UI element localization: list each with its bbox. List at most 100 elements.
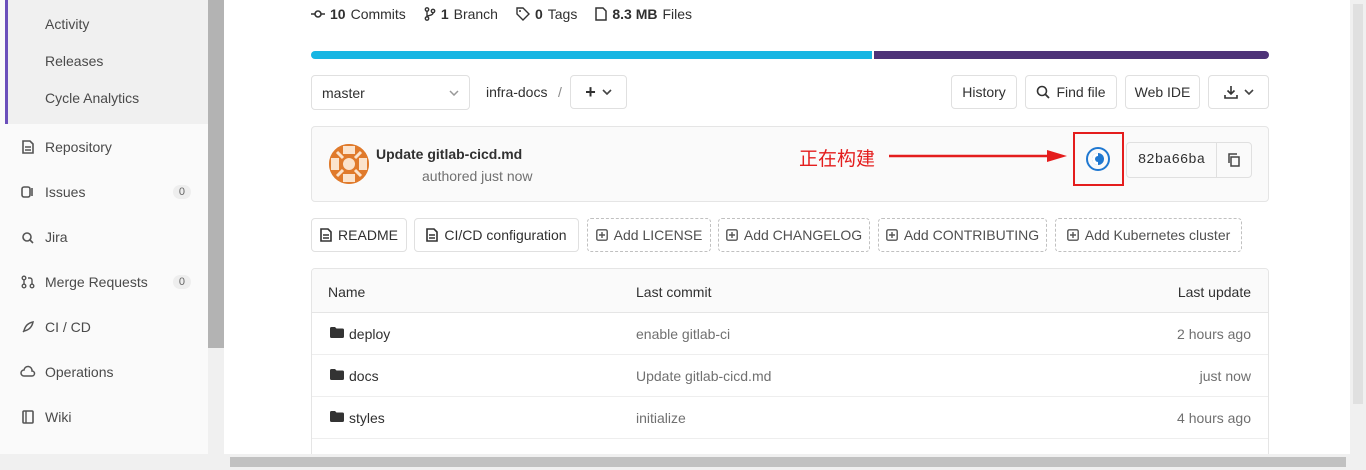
sidebar-item-label: Jira <box>45 229 68 245</box>
language-segment-1 <box>311 51 872 59</box>
plus-square-icon <box>1066 229 1079 241</box>
file-name-link[interactable]: styles <box>349 410 385 426</box>
commit-message-link[interactable]: Update gitlab-cicd.md <box>636 368 771 384</box>
plus-square-icon <box>595 229 608 241</box>
add-kubernetes-cluster-button[interactable]: Add Kubernetes cluster <box>1055 218 1242 252</box>
document-icon <box>20 139 36 155</box>
sidebar-scrollbar-thumb[interactable] <box>208 0 224 348</box>
subnav-item-cycle-analytics[interactable]: Cycle Analytics <box>45 90 139 106</box>
sidebar-item-label: Merge Requests <box>45 274 148 290</box>
sidebar-item-label: Issues <box>45 184 86 200</box>
commit-meta: authored just now <box>422 168 533 184</box>
subnav-item-releases[interactable]: Releases <box>45 53 103 69</box>
cloud-gear-icon <box>20 364 36 380</box>
readme-label: README <box>338 227 398 243</box>
chevron-down-icon <box>1243 89 1254 95</box>
chevron-down-icon <box>602 89 612 95</box>
table-row[interactable]: docs Update gitlab-cicd.md just now <box>312 355 1268 397</box>
commits-stat[interactable]: 10 Commits <box>311 6 406 22</box>
annotation-label: 正在构建 <box>799 149 876 170</box>
file-name-link[interactable]: docs <box>349 368 379 384</box>
tags-stat[interactable]: 0 Tags <box>516 6 577 22</box>
find-file-label: Find file <box>1056 84 1106 100</box>
sidebar-item-label: Operations <box>45 364 114 380</box>
subnav-item-activity[interactable]: Activity <box>45 16 89 32</box>
last-update-time: 2 hours ago <box>1177 326 1251 342</box>
cicd-configuration-button[interactable]: CI/CD configuration <box>414 218 579 252</box>
add-file-dropdown[interactable]: + <box>570 75 627 109</box>
merge-requests-count-badge: 0 <box>172 275 191 289</box>
add-kubernetes-cluster-label: Add Kubernetes cluster <box>1084 227 1231 243</box>
page-horizontal-scrollbar[interactable] <box>224 454 1350 470</box>
folder-icon <box>330 327 344 338</box>
file-tree-table: Name Last commit Last update deploy enab… <box>311 268 1269 468</box>
table-row[interactable]: styles initialize 4 hours ago <box>312 397 1268 439</box>
tags-count: 0 <box>534 6 543 22</box>
web-ide-button[interactable]: Web IDE <box>1125 75 1200 109</box>
download-icon <box>1223 86 1238 99</box>
sidebar-item-merge-requests[interactable]: Merge Requests 0 <box>0 262 208 302</box>
commit-title-link[interactable]: Update gitlab-cicd.md <box>376 146 522 162</box>
column-header-last-commit: Last commit <box>636 284 712 300</box>
copy-icon <box>1228 153 1240 167</box>
download-dropdown[interactable] <box>1208 75 1269 109</box>
rocket-icon <box>20 319 36 335</box>
copy-sha-button[interactable] <box>1217 143 1251 177</box>
add-contributing-label: Add CONTRIBUTING <box>903 227 1040 243</box>
files-size-stat[interactable]: 8.3 MB Files <box>595 6 692 22</box>
sidebar-item-operations[interactable]: Operations <box>0 352 208 392</box>
commit-message-link[interactable]: enable gitlab-ci <box>636 326 730 342</box>
table-header: Name Last commit Last update <box>312 269 1268 313</box>
page-vertical-scrollbar[interactable] <box>1350 0 1366 470</box>
folder-icon <box>330 369 344 380</box>
document-icon <box>426 228 439 242</box>
branch-icon <box>424 7 436 21</box>
page-horizontal-scrollbar-thumb[interactable] <box>230 457 1346 467</box>
annotation-arrow <box>889 150 1067 162</box>
branch-count: 1 <box>440 6 449 22</box>
sidebar-item-label: Repository <box>45 139 112 155</box>
sidebar-item-repository[interactable]: Repository <box>0 127 208 167</box>
column-header-last-update: Last update <box>1177 284 1251 300</box>
sidebar-item-cicd[interactable]: CI / CD <box>0 307 208 347</box>
repository-language-bar <box>311 51 1269 59</box>
add-changelog-label: Add CHANGELOG <box>743 227 863 243</box>
branch-select[interactable]: master <box>311 75 470 110</box>
pipeline-running-icon[interactable] <box>1086 147 1110 171</box>
commit-message-link[interactable]: initialize <box>636 410 686 426</box>
page-vertical-scrollbar-thumb[interactable] <box>1353 4 1363 404</box>
tags-label: Tags <box>547 6 578 22</box>
merge-request-icon <box>20 274 36 290</box>
breadcrumb-separator: / <box>558 84 562 100</box>
last-update-time: just now <box>1199 368 1251 384</box>
commits-label: Commits <box>350 6 406 22</box>
add-license-button[interactable]: Add LICENSE <box>587 218 711 252</box>
history-button[interactable]: History <box>951 75 1017 109</box>
sidebar-item-wiki[interactable]: Wiki <box>0 397 208 437</box>
column-header-name: Name <box>328 284 366 300</box>
branch-stat[interactable]: 1 Branch <box>424 6 498 22</box>
jira-icon <box>20 229 36 245</box>
file-name-link[interactable]: deploy <box>349 326 390 342</box>
find-file-button[interactable]: Find file <box>1025 75 1117 109</box>
breadcrumb-project[interactable]: infra-docs <box>486 84 547 100</box>
add-changelog-button[interactable]: Add CHANGELOG <box>718 218 870 252</box>
sidebar-item-jira[interactable]: Jira <box>0 217 208 257</box>
files-size: 8.3 MB <box>612 6 658 22</box>
language-segment-2 <box>874 51 1269 59</box>
search-icon <box>1037 85 1051 99</box>
commit-icon <box>311 10 325 18</box>
chevron-down-icon <box>449 89 459 96</box>
folder-icon <box>330 411 344 422</box>
commit-sha[interactable]: 82ba66ba <box>1127 143 1217 177</box>
table-row[interactable]: deploy enable gitlab-ci 2 hours ago <box>312 313 1268 355</box>
issues-count-badge: 0 <box>172 185 191 199</box>
add-license-label: Add LICENSE <box>613 227 703 243</box>
readme-button[interactable]: README <box>311 218 407 252</box>
sidebar-horizontal-scrollbar[interactable] <box>0 454 224 470</box>
sidebar-item-issues[interactable]: Issues 0 <box>0 172 208 212</box>
sidebar-scrollbar-track[interactable] <box>208 348 224 470</box>
avatar[interactable] <box>329 144 369 184</box>
add-contributing-button[interactable]: Add CONTRIBUTING <box>878 218 1047 252</box>
file-icon <box>595 7 608 21</box>
